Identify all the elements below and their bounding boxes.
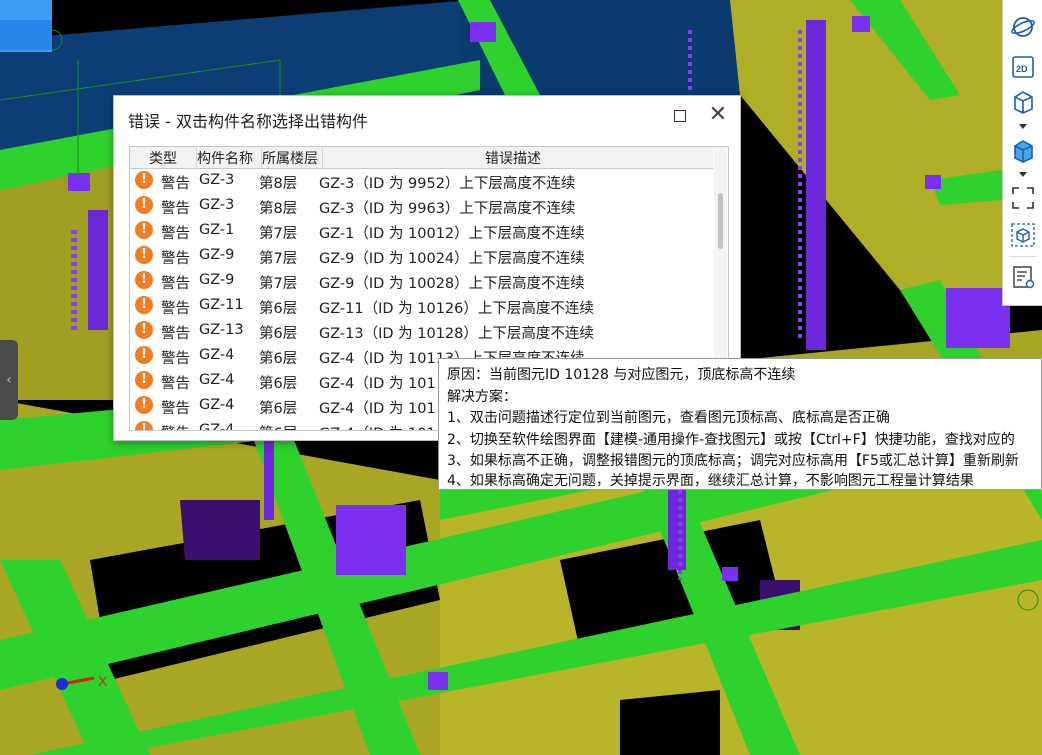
warning-icon: ! <box>135 271 153 289</box>
warning-icon: ! <box>135 346 153 364</box>
row-floor: 第6层 <box>259 401 298 417</box>
row-type: 警告 <box>161 301 190 317</box>
row-floor: 第8层 <box>259 176 298 192</box>
row-description: GZ-9（ID 为 10028）上下层高度不连续 <box>319 276 585 292</box>
row-type: 警告 <box>161 176 190 192</box>
solution-tooltip: 原因：当前图元ID 10128 与对应图元，顶底标高不连续 解决方案： 1、双击… <box>438 358 1042 490</box>
axis-x-label: X <box>98 673 108 689</box>
row-type: 警告 <box>161 351 190 367</box>
row-type: 警告 <box>161 401 190 417</box>
table-row[interactable]: ! 警告 GZ-11 第6层 GZ-11（ID 为 10126）上下层高度不连续 <box>130 294 713 319</box>
tooltip-step: 2、切换至软件绘图界面【建模-通用操作-查找图元】或按【Ctrl+F】快捷功能，… <box>447 432 1015 448</box>
row-description: GZ-11（ID 为 10126）上下层高度不连续 <box>319 301 594 317</box>
row-type: 警告 <box>161 422 190 430</box>
tooltip-solution-title: 解决方案： <box>447 389 517 405</box>
column-header-floor[interactable]: 所属楼层 <box>262 148 323 168</box>
solid-dropdown-icon[interactable] <box>1019 172 1027 177</box>
row-component-name[interactable]: GZ-1 <box>199 222 234 238</box>
row-component-name[interactable]: GZ-4 <box>199 397 234 413</box>
row-floor: 第7层 <box>259 276 298 292</box>
row-floor: 第6层 <box>259 326 298 342</box>
row-floor: 第6层 <box>259 422 297 430</box>
table-row[interactable]: ! 警告 GZ-3 第8层 GZ-3（ID 为 9963）上下层高度不连续 <box>130 194 713 219</box>
row-description: GZ-1（ID 为 10012）上下层高度不连续 <box>319 226 585 242</box>
view-2d-icon[interactable]: 2D <box>1010 54 1036 80</box>
select-3d-icon[interactable] <box>1010 222 1036 248</box>
row-floor: 第7层 <box>259 251 298 267</box>
table-row[interactable]: ! 警告 GZ-3 第8层 GZ-3（ID 为 9952）上下层高度不连续 <box>130 169 713 194</box>
warning-icon: ! <box>135 171 153 189</box>
table-row[interactable]: ! 警告 GZ-13 第6层 GZ-13（ID 为 10128）上下层高度不连续 <box>130 319 713 344</box>
row-description: GZ-9（ID 为 10024）上下层高度不连续 <box>319 251 585 267</box>
row-description: GZ-4（ID 为 101 <box>319 376 436 392</box>
warning-icon: ! <box>135 196 153 214</box>
orbit-icon[interactable] <box>1010 14 1036 40</box>
row-description: GZ-4（ID 为 101 <box>319 422 436 430</box>
row-type: 警告 <box>161 201 190 217</box>
dialog-title: 错误 - 双击构件名称选择出错构件 <box>128 112 368 131</box>
tooltip-reason: 原因：当前图元ID 10128 与对应图元，顶底标高不连续 <box>447 367 796 383</box>
view-toolbar: 2D <box>1002 0 1042 306</box>
row-type: 警告 <box>161 251 190 267</box>
top-left-panel[interactable] <box>0 0 52 52</box>
column-header-description[interactable]: 错误描述 <box>323 148 703 168</box>
row-type: 警告 <box>161 226 190 242</box>
row-description: GZ-3（ID 为 9952）上下层高度不连续 <box>319 176 576 192</box>
warning-icon: ! <box>135 321 153 339</box>
warning-icon: ! <box>135 396 153 414</box>
row-component-name[interactable]: GZ-4 <box>199 372 234 388</box>
row-component-name[interactable]: GZ-3 <box>199 172 234 188</box>
left-collapse-tab[interactable]: ‹ <box>0 340 18 420</box>
row-floor: 第6层 <box>259 376 298 392</box>
tooltip-step: 4、如果标高确定无问题，关掉提示界面，继续汇总计算，不影响图元工程量计算结果 <box>447 473 974 489</box>
row-type: 警告 <box>161 326 190 342</box>
row-floor: 第6层 <box>259 351 298 367</box>
warning-icon: ! <box>135 371 153 389</box>
row-description: GZ-4（ID 为 101 <box>319 401 436 417</box>
table-row[interactable]: ! 警告 GZ-9 第7层 GZ-9（ID 为 10024）上下层高度不连续 <box>130 244 713 269</box>
table-row[interactable]: ! 警告 GZ-9 第7层 GZ-9（ID 为 10028）上下层高度不连续 <box>130 269 713 294</box>
row-description: GZ-3（ID 为 9963）上下层高度不连续 <box>319 201 576 217</box>
close-icon[interactable]: ✕ <box>707 104 729 126</box>
row-type: 警告 <box>161 276 190 292</box>
fullscreen-icon[interactable] <box>1010 185 1036 211</box>
svg-text:2D: 2D <box>1016 64 1028 74</box>
tooltip-step: 1、双击问题描述行定位到当前图元，查看图元顶标高、底标高是否正确 <box>447 410 890 426</box>
column-header-type[interactable]: 类型 <box>130 148 197 168</box>
row-component-name[interactable]: GZ-3 <box>199 197 234 213</box>
table-row[interactable]: ! 警告 GZ-1 第7层 GZ-1（ID 为 10012）上下层高度不连续 <box>130 219 713 244</box>
scrollbar-thumb[interactable] <box>718 193 723 249</box>
column-header-name[interactable]: 构件名称 <box>197 148 262 168</box>
maximize-icon[interactable] <box>674 110 686 122</box>
row-component-name[interactable]: GZ-4 <box>199 422 234 430</box>
row-component-name[interactable]: GZ-11 <box>199 297 244 313</box>
view-3d-solid-icon[interactable] <box>1010 137 1036 163</box>
warning-icon: ! <box>135 421 153 430</box>
view-3d-dropdown-icon[interactable] <box>1019 124 1027 129</box>
row-description: GZ-13（ID 为 10128）上下层高度不连续 <box>319 326 594 342</box>
tooltip-step: 3、如果标高不正确，调整报错图元的顶底标高；调完对应标高用【F5或汇总计算】重新… <box>447 453 1019 469</box>
row-component-name[interactable]: GZ-9 <box>199 247 234 263</box>
row-component-name[interactable]: GZ-13 <box>199 322 244 338</box>
row-floor: 第8层 <box>259 201 298 217</box>
warning-icon: ! <box>135 246 153 264</box>
row-floor: 第6层 <box>259 301 298 317</box>
row-component-name[interactable]: GZ-4 <box>199 347 234 363</box>
table-header: 类型 构件名称 所属楼层 错误描述 <box>130 147 713 169</box>
row-component-name[interactable]: GZ-9 <box>199 272 234 288</box>
row-floor: 第7层 <box>259 226 298 242</box>
warning-icon: ! <box>135 221 153 239</box>
properties-icon[interactable] <box>1010 264 1036 290</box>
warning-icon: ! <box>135 296 153 314</box>
row-type: 警告 <box>161 376 190 392</box>
view-3d-box-icon[interactable] <box>1010 88 1036 114</box>
